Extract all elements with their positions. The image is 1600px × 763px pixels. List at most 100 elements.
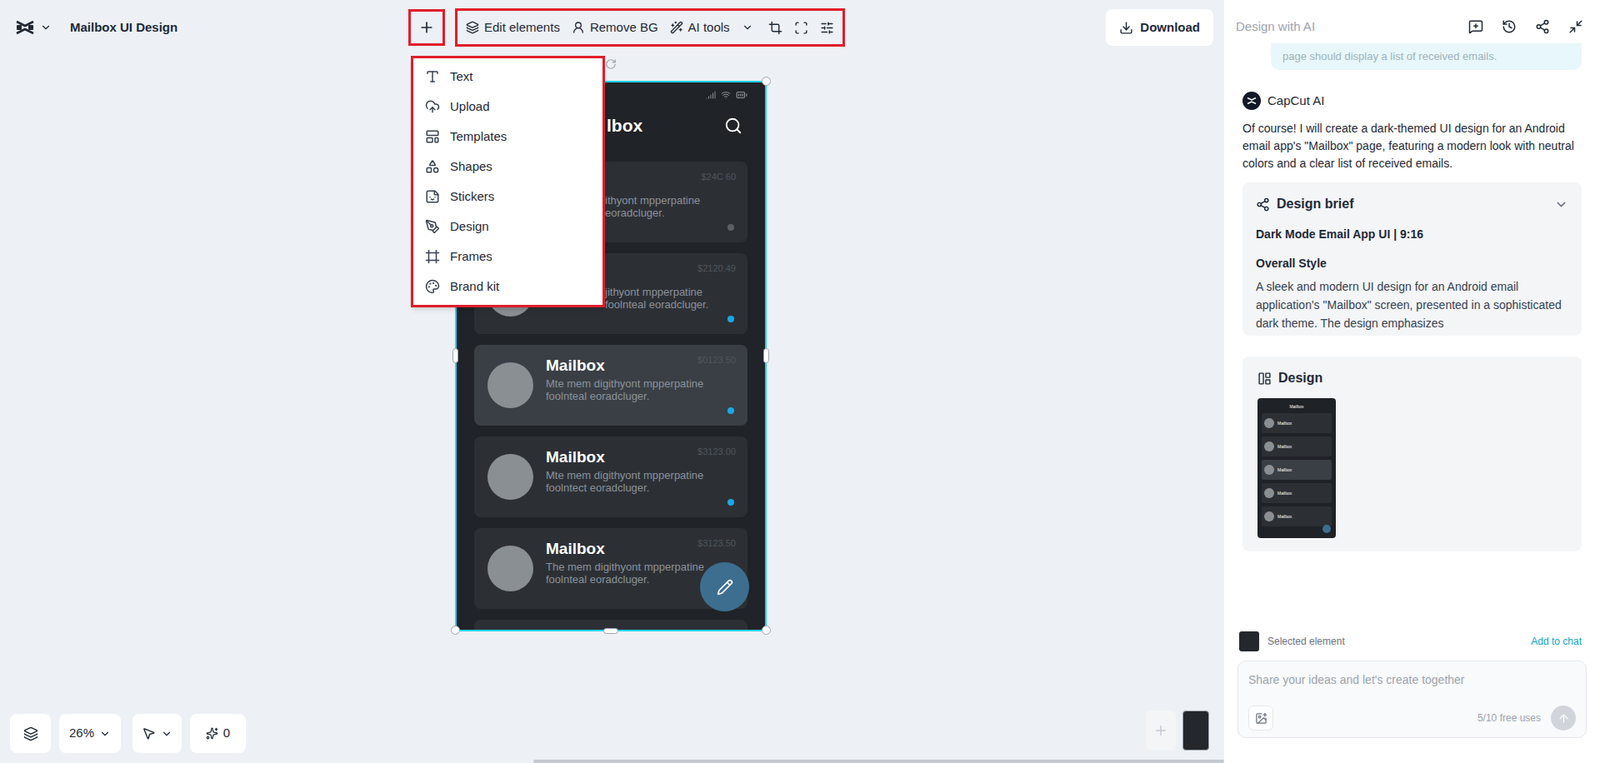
design-thumbnail[interactable]: MailboxMailboxMailboxMailboxMailboxMailb… (1257, 398, 1336, 539)
assistant-name: CapCut AI (1267, 91, 1325, 111)
toolbar-button[interactable]: Remove BG (571, 18, 659, 38)
pointer-tool[interactable] (132, 714, 182, 754)
resize-handle[interactable] (761, 625, 771, 635)
battery-icon (735, 89, 748, 101)
email-time: $0123.50 (697, 353, 736, 368)
chevron-down-icon (99, 728, 111, 740)
unread-dot (727, 499, 735, 506)
menu-item[interactable]: Frames (413, 241, 603, 272)
tool-icon (571, 20, 585, 35)
thumb-row: Mailbox (1261, 483, 1332, 504)
plus-icon (418, 19, 435, 36)
attach-image-button[interactable] (1248, 705, 1274, 731)
resize-handle[interactable] (763, 348, 770, 364)
design-icon (1257, 371, 1272, 386)
adjust-icon[interactable] (820, 20, 835, 35)
email-title: Mailbox (545, 537, 705, 561)
send-button[interactable] (1550, 705, 1576, 731)
email-time: $3123.00 (697, 445, 736, 460)
menu-item-icon (425, 219, 440, 235)
add-to-chat-button[interactable]: Add to chat (1530, 634, 1585, 650)
resize-handle[interactable] (450, 625, 460, 635)
resize-handle[interactable] (761, 76, 771, 86)
workspace: Mailbox UI Design Edit elements Remove BG A… (0, 0, 1225, 763)
design-brief-card[interactable]: Design briefDark Mode Email App UI | 9:1… (1242, 182, 1582, 336)
sparkle-icon (205, 727, 219, 740)
chevron-down-icon[interactable] (1554, 197, 1569, 212)
user-message: page should display a list of received e… (1270, 43, 1582, 70)
selected-element-label: Selected element (1267, 634, 1345, 650)
menu-item[interactable]: Upload (413, 91, 603, 122)
chevron-down-icon[interactable] (40, 21, 52, 34)
email-preview: Mte mem digithyont mpperpatine (545, 469, 704, 482)
avatar (487, 454, 534, 500)
brief-icon (1255, 197, 1270, 212)
add-button[interactable] (408, 9, 445, 46)
brief-section: Overall Style (1255, 255, 1569, 273)
share-icon[interactable] (1535, 19, 1550, 35)
email-title: Mailbox (545, 445, 704, 470)
panel-header: Design with AI (1224, 0, 1600, 42)
download-icon (1119, 20, 1134, 35)
thumb-fab (1322, 525, 1331, 534)
brief-subtitle: Dark Mode Email App UI | 9:16 (1255, 225, 1569, 244)
thumb-header: Mailbox (1261, 403, 1332, 410)
history-icon[interactable] (1501, 19, 1517, 35)
new-chat-icon[interactable] (1468, 19, 1484, 35)
toolbar-button[interactable]: AI tools (670, 18, 754, 38)
menu-item[interactable]: Text (413, 61, 603, 92)
scan-icon[interactable] (794, 20, 809, 35)
unread-dot (727, 224, 735, 231)
menu-item[interactable]: Stickers (413, 181, 603, 212)
email-preview: jithyont mpperpatine (605, 285, 709, 299)
menu-item-icon (425, 99, 440, 115)
menu-item-icon (425, 129, 440, 145)
horizontal-scrollbar[interactable] (533, 760, 1225, 763)
resize-handle[interactable] (452, 348, 459, 364)
compose-button[interactable] (700, 562, 750, 612)
page-thumbnail[interactable] (1182, 710, 1210, 751)
chat-placeholder: Share your ideas and let's create togeth… (1248, 671, 1576, 690)
design-title: Design (1278, 368, 1323, 389)
resize-handle[interactable] (603, 628, 619, 635)
menu-item[interactable]: Shapes (413, 151, 603, 182)
design-card: DesignMailboxMailboxMailboxMailboxMailbo… (1242, 356, 1582, 552)
email-card[interactable]: MailboxMte mem digithyont mpperpatinefoo… (474, 436, 748, 518)
email-time: $24C 60 (700, 170, 736, 185)
toolbar: Edit elements Remove BG AI tools (455, 8, 845, 47)
layers-button[interactable] (10, 714, 51, 754)
thumb-row: Mailbox (1261, 436, 1332, 457)
credits[interactable]: 0 (190, 714, 246, 754)
menu-item-icon (425, 249, 440, 265)
unread-dot (727, 315, 735, 323)
plus-icon (1153, 723, 1169, 739)
search-icon[interactable] (724, 116, 743, 135)
arrow-up-icon (1557, 712, 1570, 725)
chevron-down-icon (741, 21, 754, 34)
menu-item[interactable]: Design (413, 211, 603, 242)
top-bar: Mailbox UI Design Edit elements Remove BG A… (0, 0, 1225, 55)
email-preview: ithyont mpperpatine (605, 194, 700, 207)
header-title: lbox (606, 112, 643, 140)
menu-item-icon (425, 159, 440, 175)
collapse-icon[interactable] (1568, 19, 1584, 35)
brief-text: A sleek and modern UI design for an Andr… (1255, 277, 1569, 333)
crop-icon[interactable] (768, 20, 783, 35)
menu-item[interactable]: Brand kit (413, 271, 603, 302)
add-page-button[interactable] (1145, 710, 1176, 751)
chevron-down-icon (160, 728, 173, 740)
toolbar-button[interactable]: Edit elements (465, 18, 560, 38)
chat-input[interactable]: Share your ideas and let's create togeth… (1237, 660, 1587, 739)
capcut-logo-icon (15, 19, 35, 36)
menu-item-icon (425, 189, 440, 205)
rotate-icon[interactable] (605, 58, 617, 70)
download-button[interactable]: Download (1105, 9, 1214, 46)
project-title[interactable]: Mailbox UI Design (70, 18, 178, 38)
tool-icon (670, 20, 684, 35)
email-title: Mailbox (545, 354, 704, 378)
email-card[interactable]: MailboxMte mem digithyont mpperpatinefoo… (474, 345, 748, 426)
menu-item[interactable]: Templates (413, 121, 603, 152)
avatar (487, 362, 534, 409)
ai-panel: Design with AIpage should display a list… (1224, 0, 1600, 763)
zoom-control[interactable]: 26% (59, 714, 121, 754)
